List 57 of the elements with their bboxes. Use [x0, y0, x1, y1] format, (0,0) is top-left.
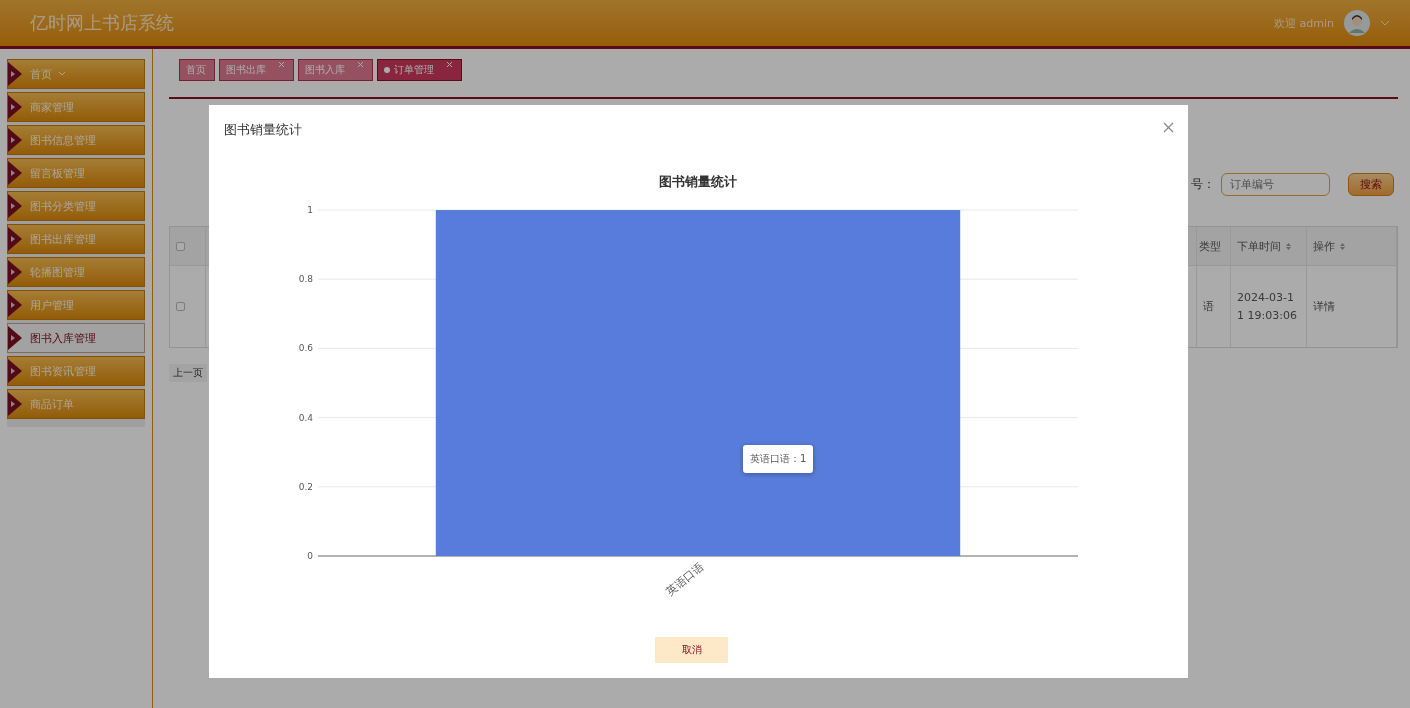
- sidebar-item[interactable]: 轮播图管理: [7, 257, 145, 287]
- triangle-icon: [8, 161, 22, 185]
- y-tick-label: 0: [307, 551, 313, 561]
- triangle-icon: [8, 293, 22, 317]
- row-checkbox[interactable]: [176, 302, 185, 311]
- triangle-icon: [8, 194, 22, 218]
- sort-icon[interactable]: [1285, 241, 1292, 251]
- close-icon[interactable]: [1163, 122, 1174, 133]
- sidebar-item[interactable]: 图书分类管理: [7, 191, 145, 221]
- triangle-icon: [8, 359, 22, 383]
- column-header[interactable]: 下单时间: [1231, 227, 1307, 265]
- triangle-icon: [8, 260, 22, 284]
- welcome-text: 欢迎 admin: [1274, 15, 1334, 31]
- y-tick-label: 0.8: [298, 274, 313, 285]
- search-button[interactable]: 搜索: [1348, 173, 1394, 196]
- sidebar-item[interactable]: 商品订单: [7, 389, 145, 419]
- chart-title: 图书销量统计: [659, 174, 737, 189]
- tab[interactable]: 首页: [179, 59, 215, 81]
- table-cell: 详情: [1307, 265, 1397, 347]
- table-cell: 语: [1197, 265, 1231, 347]
- column-header[interactable]: 类型: [1197, 227, 1231, 265]
- prev-page-button[interactable]: 上一页: [169, 364, 207, 382]
- tab[interactable]: 图书入库: [298, 59, 373, 81]
- tab[interactable]: 图书出库: [219, 59, 294, 81]
- sidebar-item[interactable]: 留言板管理: [7, 158, 145, 188]
- triangle-icon: [8, 62, 22, 86]
- sidebar-item[interactable]: 图书资讯管理: [7, 356, 145, 386]
- triangle-icon: [8, 392, 22, 416]
- cancel-button[interactable]: 取消: [655, 637, 728, 663]
- triangle-icon: [8, 95, 22, 119]
- checkbox[interactable]: [176, 241, 185, 251]
- chevron-down-icon[interactable]: [1380, 18, 1390, 28]
- y-tick-label: 0.4: [298, 412, 313, 423]
- sidebar-item[interactable]: 图书出库管理: [7, 224, 145, 254]
- sidebar-item[interactable]: 用户管理: [7, 290, 145, 320]
- tab[interactable]: 订单管理: [377, 59, 462, 81]
- triangle-icon: [8, 128, 22, 152]
- sort-icon[interactable]: [1339, 241, 1346, 251]
- sidebar-item[interactable]: 图书信息管理: [7, 125, 145, 155]
- y-tick-label: 0.2: [298, 481, 313, 492]
- table-cell: 2024-03-11 19:03:06: [1231, 265, 1307, 347]
- sidebar-item[interactable]: 首页: [7, 59, 145, 89]
- sidebar-item[interactable]: 图书入库管理: [7, 323, 145, 353]
- column-header[interactable]: 操作: [1307, 227, 1397, 265]
- chevron-down-icon[interactable]: [58, 70, 66, 78]
- triangle-icon: [8, 326, 22, 350]
- avatar-icon[interactable]: [1344, 10, 1370, 36]
- dialog-title: 图书销量统计: [224, 121, 302, 139]
- y-tick-label: 0.6: [298, 343, 313, 354]
- y-tick-label: 1: [307, 205, 313, 215]
- app-title: 亿时网上书店系统: [30, 11, 175, 35]
- chart-tooltip: 英语口语：1: [743, 445, 814, 473]
- x-tick-label: 英语口语: [663, 560, 706, 599]
- triangle-icon: [8, 227, 22, 251]
- search-field[interactable]: 订单编号: [1221, 173, 1330, 196]
- search-label: 号：: [1191, 176, 1215, 193]
- sidebar-item[interactable]: 商家管理: [7, 92, 145, 122]
